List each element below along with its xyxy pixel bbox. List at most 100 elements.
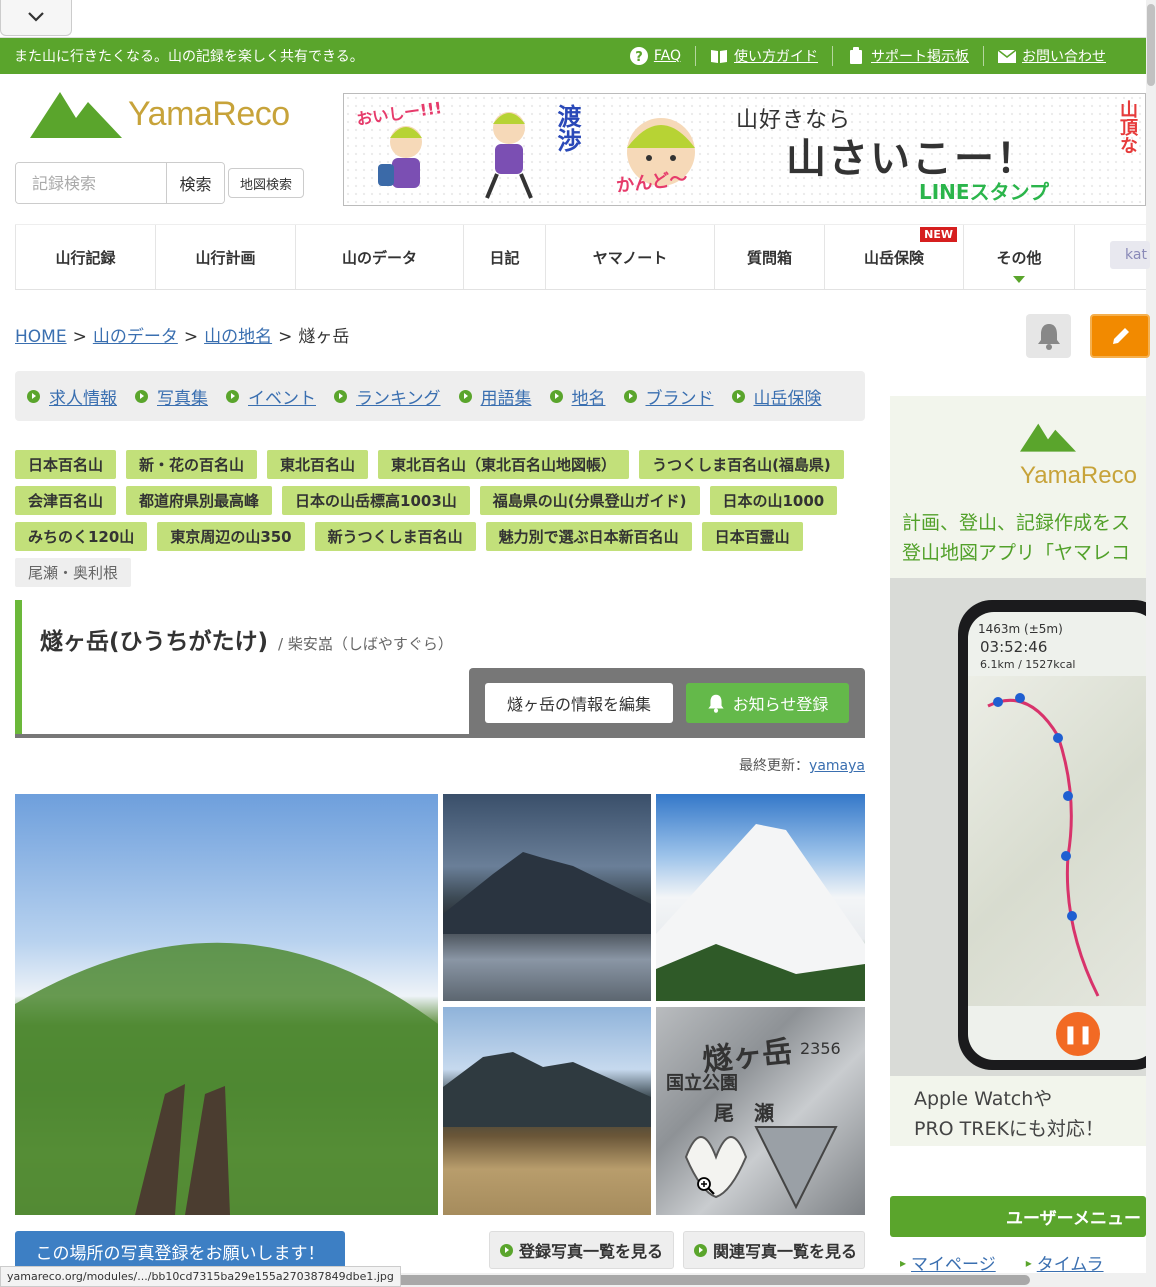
area-tag[interactable]: 尾瀬・奥利根 bbox=[15, 558, 132, 587]
faq-link[interactable]: ? FAQ bbox=[616, 47, 695, 65]
mypage-link[interactable]: ▸ マイページ bbox=[890, 1250, 996, 1275]
mountain-list-tag[interactable]: 日本の山1000 bbox=[709, 486, 838, 515]
snow-peak bbox=[656, 824, 865, 1001]
sublink-glossary[interactable]: 用語集 bbox=[458, 384, 532, 409]
mountain-list-tag[interactable]: 日本百名山 bbox=[15, 450, 117, 479]
mountain-list-tags: 日本百名山 新・花の百名山 東北百名山 東北百名山（東北百名山地図帳） うつくし… bbox=[15, 450, 875, 594]
user-name-chip[interactable]: kat bbox=[1110, 241, 1150, 269]
nav-other[interactable]: その他 bbox=[964, 225, 1075, 289]
search-button[interactable]: 検索 bbox=[166, 163, 224, 203]
line-sticker-banner[interactable]: おいしー!!! 渡渉 かんど〜 山好きなら 山さいこー！ LINEスタンプ 山頂… bbox=[343, 93, 1146, 206]
sublink-label: 地名 bbox=[571, 388, 606, 409]
mountain-list-tag[interactable]: うつくしま百名山(福島県) bbox=[639, 450, 844, 479]
arrow-circle-icon bbox=[27, 389, 40, 403]
app-ad[interactable]: YamaReco 計画、登山、記録作成をス 登山地図アプリ「ヤマレコ 1463m… bbox=[890, 396, 1146, 1146]
sublink-insurance[interactable]: 山岳保険 bbox=[731, 384, 822, 409]
sublink-events[interactable]: イベント bbox=[226, 384, 316, 409]
keychain-flower-graphic bbox=[684, 1126, 838, 1210]
last-updated-user[interactable]: yamaya bbox=[809, 758, 865, 774]
vertical-scrollbar-thumb[interactable] bbox=[1147, 4, 1155, 86]
banner-sancho-text: 山頂な bbox=[1117, 100, 1138, 154]
user-menu-header[interactable]: ユーザーメニュー bbox=[890, 1196, 1146, 1237]
write-record-button[interactable] bbox=[1090, 314, 1150, 358]
mountain-photo-keychain[interactable]: 燧ヶ岳 2356 国立公園 尾 瀬 bbox=[656, 1007, 865, 1215]
sublink-jobs[interactable]: 求人情報 bbox=[27, 384, 117, 409]
mountain-photo-snow[interactable] bbox=[656, 794, 865, 1001]
svg-text:?: ? bbox=[635, 50, 643, 65]
pencil-icon bbox=[1113, 328, 1129, 344]
banner-watari-text: 渡渉 bbox=[553, 104, 581, 152]
map-search-button[interactable]: 地図検索 bbox=[228, 168, 304, 198]
ad-copy: 計画、登山、記録作成をス 登山地図アプリ「ヤマレコ bbox=[902, 508, 1146, 568]
sublink-label: ブランド bbox=[645, 388, 714, 409]
edit-mountain-info-button[interactable]: 燧ヶ岳の情報を編集 bbox=[485, 683, 673, 723]
guide-link-label: 使い方ガイド bbox=[734, 49, 818, 65]
main-mountain-photo[interactable] bbox=[15, 794, 438, 1215]
nav-records[interactable]: 山行記録 bbox=[15, 225, 156, 289]
vertical-scrollbar[interactable] bbox=[1146, 0, 1156, 1287]
mountain-list-tag[interactable]: 新うつくしま百名山 bbox=[314, 522, 476, 551]
site-tagline: また山に行きたくなる。山の記録を楽しく共有できる。 bbox=[14, 49, 364, 65]
nav-diary[interactable]: 日記 bbox=[464, 225, 546, 289]
nav-insurance[interactable]: 山岳保険 NEW bbox=[825, 225, 964, 289]
horizontal-scrollbar-thumb[interactable] bbox=[380, 1275, 1030, 1285]
new-badge: NEW bbox=[920, 227, 957, 242]
mountain-list-tag[interactable]: 東京周辺の山350 bbox=[157, 522, 305, 551]
mountain-list-tag[interactable]: 会津百名山 bbox=[15, 486, 117, 515]
mountain-photo-autumn[interactable] bbox=[443, 1007, 651, 1215]
breadcrumb-home[interactable]: HOME bbox=[15, 327, 67, 347]
site-logo[interactable]: YamaReco bbox=[30, 86, 300, 142]
ad-logo-text: YamaReco bbox=[1020, 462, 1137, 489]
mountain-list-tag[interactable]: 福島県の山(分県登山ガイド) bbox=[479, 486, 700, 515]
support-board-link[interactable]: サポート掲示板 bbox=[832, 46, 983, 66]
breadcrumb-place-names[interactable]: 山の地名 bbox=[204, 327, 272, 347]
sublink-photos[interactable]: 写真集 bbox=[135, 384, 208, 409]
nav-plans[interactable]: 山行計画 bbox=[156, 225, 296, 289]
nav-question-box[interactable]: 質問箱 bbox=[715, 225, 825, 289]
mountain-list-tag[interactable]: 都道府県別最高峰 bbox=[126, 486, 273, 515]
mountain-list-tag[interactable]: みちのく120山 bbox=[15, 522, 148, 551]
sublink-label: ランキング bbox=[356, 388, 441, 409]
mountain-list-tag[interactable]: 東北百名山 bbox=[267, 450, 369, 479]
collapse-tab-button[interactable] bbox=[0, 0, 72, 36]
related-photos-button[interactable]: 関連写真一覧を見る bbox=[683, 1231, 865, 1269]
guide-link[interactable]: 使い方ガイド bbox=[695, 46, 832, 66]
mountain-list-tag[interactable]: 日本の山岳標高1003山 bbox=[282, 486, 470, 515]
contact-link[interactable]: お問い合わせ bbox=[983, 46, 1120, 66]
boardwalk-graphic bbox=[15, 942, 438, 1215]
mountain-list-tag[interactable]: 新・花の百名山 bbox=[126, 450, 258, 479]
timeline-link-label: タイムラ bbox=[1036, 1255, 1104, 1275]
notify-register-button[interactable]: お知らせ登録 bbox=[686, 683, 849, 723]
record-search-input[interactable] bbox=[16, 163, 166, 203]
sublink-label: 写真集 bbox=[157, 388, 208, 409]
nav-yamanote[interactable]: ヤマノート bbox=[546, 225, 715, 289]
nav-plans-label: 山行計画 bbox=[195, 248, 256, 267]
hiker-illustration-1 bbox=[378, 126, 422, 188]
nav-other-label: その他 bbox=[996, 248, 1042, 267]
phone-screen: 1463m (±5m) 03:52:46 6.1km / 1527kcal ❚❚ bbox=[968, 612, 1146, 1060]
last-updated-label: 最終更新： bbox=[739, 758, 810, 774]
ad-map bbox=[968, 676, 1146, 1006]
caret-right-icon: ▸ bbox=[900, 1255, 907, 1270]
request-photo-button[interactable]: この場所の写真登録をお願いします！ bbox=[15, 1231, 345, 1271]
status-bar-url: yamareco.org/modules/.../bb10cd7315ba29e… bbox=[0, 1266, 401, 1287]
registered-photos-button[interactable]: 登録写真一覧を見る bbox=[489, 1231, 674, 1269]
timeline-link[interactable]: ▸ タイムラ bbox=[1016, 1250, 1104, 1275]
mountain-photo-sea-of-clouds[interactable] bbox=[443, 794, 651, 1001]
sublink-place-names[interactable]: 地名 bbox=[549, 384, 606, 409]
banner-line3: LINEスタンプ bbox=[919, 180, 1049, 204]
mountain-list-tag[interactable]: 魅力別で選ぶ日本新百名山 bbox=[485, 522, 692, 551]
sublink-brands[interactable]: ブランド bbox=[623, 384, 714, 409]
notification-button[interactable] bbox=[1026, 314, 1071, 358]
arrow-circle-icon bbox=[226, 389, 239, 403]
mountain-list-tag[interactable]: 東北百名山（東北百名山地図帳） bbox=[378, 450, 630, 479]
sublink-ranking[interactable]: ランキング bbox=[334, 384, 441, 409]
arrow-circle-icon bbox=[334, 389, 347, 403]
sub-link-bar: 求人情報 写真集 イベント ランキング 用語集 地名 ブランド 山岳保険 bbox=[15, 371, 865, 421]
mountain-list-tag[interactable]: 日本百霊山 bbox=[701, 522, 803, 551]
breadcrumb-mountain-data[interactable]: 山のデータ bbox=[93, 327, 178, 347]
nav-mountain-data[interactable]: 山のデータ bbox=[296, 225, 464, 289]
record-search-box: 検索 bbox=[15, 162, 225, 204]
sublink-label: 用語集 bbox=[480, 388, 532, 409]
ad-phone-area: 1463m (±5m) 03:52:46 6.1km / 1527kcal ❚❚ bbox=[890, 578, 1146, 1076]
